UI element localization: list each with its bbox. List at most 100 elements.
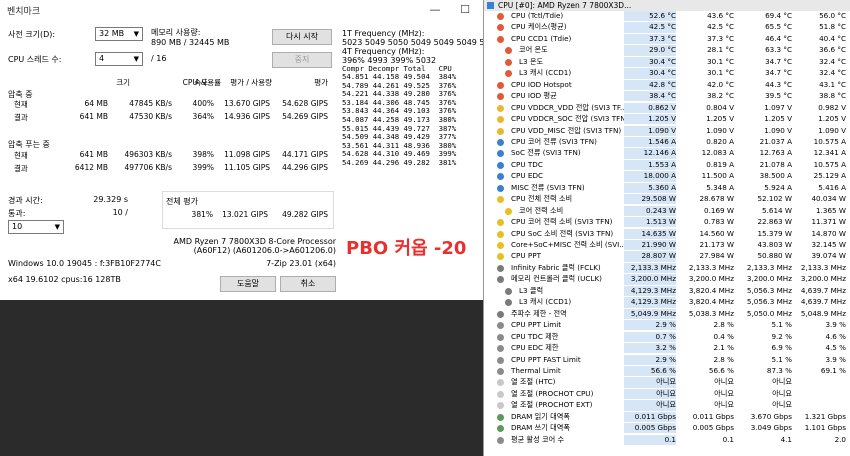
sensor-name: CPU EDC 제한 xyxy=(511,343,559,353)
sensor-row[interactable]: Infinity Fabric 클럭 (FCLK) 2,133.3 MHz 2,13… xyxy=(484,262,850,274)
sensor-cur: 1.090 V xyxy=(624,125,676,136)
sensor-avg: 1.205 V xyxy=(818,114,846,124)
sensor-cur: 18.000 A xyxy=(624,171,676,182)
sensor-row[interactable]: L3 온도 30.4 °C 30.1 °C 34.7 °C 32.4 °C xyxy=(484,56,850,68)
sensor-row[interactable]: CPU 코어 전력 소비 (SVI3 TFN) 1.513 W 0.783 W 22.… xyxy=(484,217,850,228)
sensor-row[interactable]: CPU IOD 평균 38.4 °C 38.2 °C 39.5 °C 38.8 °C xyxy=(484,91,850,102)
sensor-cur: 21.990 W xyxy=(624,240,676,251)
sensor-row[interactable]: 열 조절 (HTC) 아니요 아니요 아니요 xyxy=(484,377,850,388)
minimize-icon[interactable]: — xyxy=(420,0,450,20)
result-column-headers: 크기 속도 CPU 사용률 평가 / 사용량 평가 xyxy=(0,77,340,87)
amp-sensor-icon xyxy=(497,161,504,169)
sensor-min: 아니요 xyxy=(714,400,734,410)
sensor-row[interactable]: CPU PPT Limit 2.9 % 2.8 % 5.1 % 3.9 % xyxy=(484,320,850,331)
sensor-cur: 아니요 xyxy=(624,388,676,400)
sensor-row[interactable]: 열 조절 (PROCHOT CPU) 아니요 아니요 아니요 xyxy=(484,388,850,400)
sensor-cur: 29.508 W xyxy=(624,194,676,205)
sensor-min: 21.173 W xyxy=(699,240,734,249)
sensor-row[interactable]: CPU EDC 제한 3.2 % 2.1 % 6.9 % 4.5 % xyxy=(484,343,850,354)
sensor-group-title: CPU [#0]: AMD Ryzen 7 7800X3D... xyxy=(498,1,632,10)
pct-sensor-icon xyxy=(497,345,504,353)
help-button[interactable]: 도움말 xyxy=(220,276,276,292)
sensor-cur: 0.011 Gbps xyxy=(624,411,676,423)
amp-sensor-icon xyxy=(497,173,504,181)
sensor-avg: 10.575 A xyxy=(813,136,846,146)
cancel-button[interactable]: 취소 xyxy=(280,276,336,292)
sensor-avg: 56.0 °C xyxy=(819,11,846,20)
therm-sensor-icon xyxy=(505,70,512,78)
stop-button[interactable]: 중지 xyxy=(272,52,332,68)
dict-size-select[interactable]: 32 MB ▼ xyxy=(95,27,143,41)
restart-button[interactable]: 다시 시작 xyxy=(272,29,332,45)
sensor-row[interactable]: 열 조절 (PROCHOT EXT) 아니요 아니요 아니요 xyxy=(484,400,850,411)
sensor-row[interactable]: CPU 전체 전력 소비 29.508 W 28.678 W 52.102 W 40.0… xyxy=(484,194,850,205)
passes-select[interactable]: 10 ▼ xyxy=(8,220,64,234)
sensor-row[interactable]: Thermal Limit 56.6 % 56.6 % 87.3 % 69.1 % xyxy=(484,365,850,377)
sensor-avg: 5,048.9 MHz xyxy=(800,308,846,318)
sensor-row[interactable]: SoC 전류 (SVI3 TFN) 12.146 A 12.083 A 12.763 … xyxy=(484,148,850,159)
column-header: 평가 xyxy=(314,78,328,87)
sensor-row[interactable]: L3 캐시 (CCD1) 4,129.3 MHz 3,820.4 MHz 5,056.… xyxy=(484,297,850,308)
sensor-name: CPU 케이스(평균) xyxy=(511,22,567,32)
sensor-group-header[interactable]: CPU [#0]: AMD Ryzen 7 7800X3D... xyxy=(484,0,850,11)
cell-rpu: 11.098 GIPS xyxy=(224,150,270,159)
sensor-name: Thermal Limit xyxy=(511,365,561,375)
sensor-max: 63.3 °C xyxy=(765,45,792,55)
clk-sensor-icon xyxy=(505,287,512,295)
maximize-icon[interactable]: ☐ xyxy=(450,0,480,20)
sensor-row[interactable]: 코어 온도 29.0 °C 28.1 °C 63.3 °C 36.6 °C xyxy=(484,45,850,56)
sensor-max: 46.4 °C xyxy=(765,33,792,43)
sensor-row[interactable]: CPU VDD_MISC 전압 (SVI3 TFN) 1.090 V 1.090 V… xyxy=(484,125,850,136)
sensor-row[interactable]: CPU 케이스(평균) 42.5 °C 42.5 °C 65.5 °C 51.8 °C xyxy=(484,22,850,33)
sensor-avg: 1.321 Gbps xyxy=(804,411,846,421)
sensor-row[interactable]: CPU CCD1 (Tdie) 37.3 °C 37.3 °C 46.4 °C 40.4… xyxy=(484,33,850,45)
sensor-row[interactable]: L3 클럭 4,129.3 MHz 3,820.4 MHz 5,056.3 MHz 4,… xyxy=(484,285,850,297)
sensor-row[interactable]: 코어 전력 소비 0.243 W 0.169 W 5.614 W 1.365 W xyxy=(484,205,850,216)
sensor-cur: 38.4 °C xyxy=(624,91,676,102)
sensor-cur: 0.862 V xyxy=(624,102,676,113)
sensor-name: DRAM 읽기 대역폭 xyxy=(511,411,570,421)
sensor-row[interactable]: L3 캐시 (CCD1) 30.4 °C 30.1 °C 34.7 °C 32.4 °C xyxy=(484,68,850,79)
sensor-row[interactable]: CPU PPT FAST Limit 2.9 % 2.8 % 5.1 % 3.9 % xyxy=(484,354,850,365)
cpu-threads-select[interactable]: 4 ▼ xyxy=(95,52,143,66)
chevron-down-icon: ▼ xyxy=(133,55,139,63)
sensor-min: 3,200.0 MHz xyxy=(688,274,734,284)
sensor-row[interactable]: 주파수 제한 - 전역 5,049.9 MHz 5,038.3 MHz 5,050.0… xyxy=(484,308,850,319)
sensor-max: 아니요 xyxy=(772,388,792,398)
sensor-row[interactable]: CPU PPT 28.807 W 27.984 W 50.880 W 39.074 W xyxy=(484,251,850,262)
sensor-row[interactable]: 메모리 컨트롤러 클럭 (UCLK) 3,200.0 MHz 3,200.0 MHz… xyxy=(484,274,850,285)
column-header: 평가 / 사용량 xyxy=(230,78,272,87)
sensor-row[interactable]: Core+SoC+MISC 전력 소비 (SVI... 21.990 W 21.17… xyxy=(484,240,850,251)
sensor-row[interactable]: CPU 코어 전류 (SVI3 TFN) 1.546 A 0.820 A 21.037… xyxy=(484,136,850,148)
passes-label: 통과: xyxy=(8,209,26,218)
sensor-row[interactable]: CPU TDC 제한 0.7 % 0.4 % 9.2 % 4.6 % xyxy=(484,331,850,342)
sensor-min: 0.169 W xyxy=(704,205,734,215)
sensor-avg: 2.0 xyxy=(834,434,846,444)
sensor-name: CPU PPT xyxy=(511,251,541,261)
sensor-row[interactable]: MISC 전류 (SVI3 TFN) 5.360 A 5.348 A 5.924 A 5… xyxy=(484,182,850,194)
sensor-cur: 1.546 A xyxy=(624,136,676,148)
sensor-row[interactable]: CPU SoC 소비 전력 (SVI3 TFN) 14.635 W 14.560 W… xyxy=(484,228,850,239)
sensor-name: 열 조절 (HTC) xyxy=(511,377,556,387)
sensor-row[interactable]: 평균 활성 코어 수 0.1 0.1 4.1 2.0 xyxy=(484,434,850,445)
sensor-name: CPU 코어 전류 (SVI3 TFN) xyxy=(511,136,597,146)
cell-size: 64 MB xyxy=(84,99,108,108)
therm-sensor-icon xyxy=(497,93,504,101)
sensor-cur: 3.2 % xyxy=(624,343,676,354)
sensor-row[interactable]: DRAM 쓰기 대역폭 0.005 Gbps 0.005 Gbps 3.049 Gbp… xyxy=(484,423,850,434)
sensor-row[interactable]: CPU IOD Hotspot 42.8 °C 42.0 °C 44.3 °C 43.1… xyxy=(484,79,850,90)
sensor-row[interactable]: CPU VDDCR_SOC 전압 (SVI3 TFN) 1.205 V 1.205 … xyxy=(484,114,850,125)
cell-speed: 496303 KB/s xyxy=(124,150,172,159)
total-cpu: 381% xyxy=(191,210,213,219)
sensor-min: 5.348 A xyxy=(706,182,734,192)
sensor-row[interactable]: CPU VDDCR_VDD 전압 (SVI3 TF... 0.862 V 0.804… xyxy=(484,102,850,113)
sensor-row[interactable]: CPU (Tctl/Tdie) 52.6 °C 43.6 °C 69.4 °C 56.0… xyxy=(484,11,850,22)
sensor-row[interactable]: DRAM 읽기 대역폭 0.011 Gbps 0.011 Gbps 3.670 Gbp… xyxy=(484,411,850,423)
therm-sensor-icon xyxy=(497,13,504,20)
sensor-min: 3,820.4 MHz xyxy=(688,297,734,307)
sensor-avg: 25.129 A xyxy=(813,171,846,181)
therm-sensor-icon xyxy=(497,24,504,32)
sensor-row[interactable]: CPU EDC 18.000 A 11.500 A 38.500 A 25.129 A xyxy=(484,171,850,182)
sensor-max: 15.379 W xyxy=(757,228,792,238)
sensor-row[interactable]: CPU TDC 1.553 A 0.819 A 21.078 A 10.575 A xyxy=(484,159,850,171)
